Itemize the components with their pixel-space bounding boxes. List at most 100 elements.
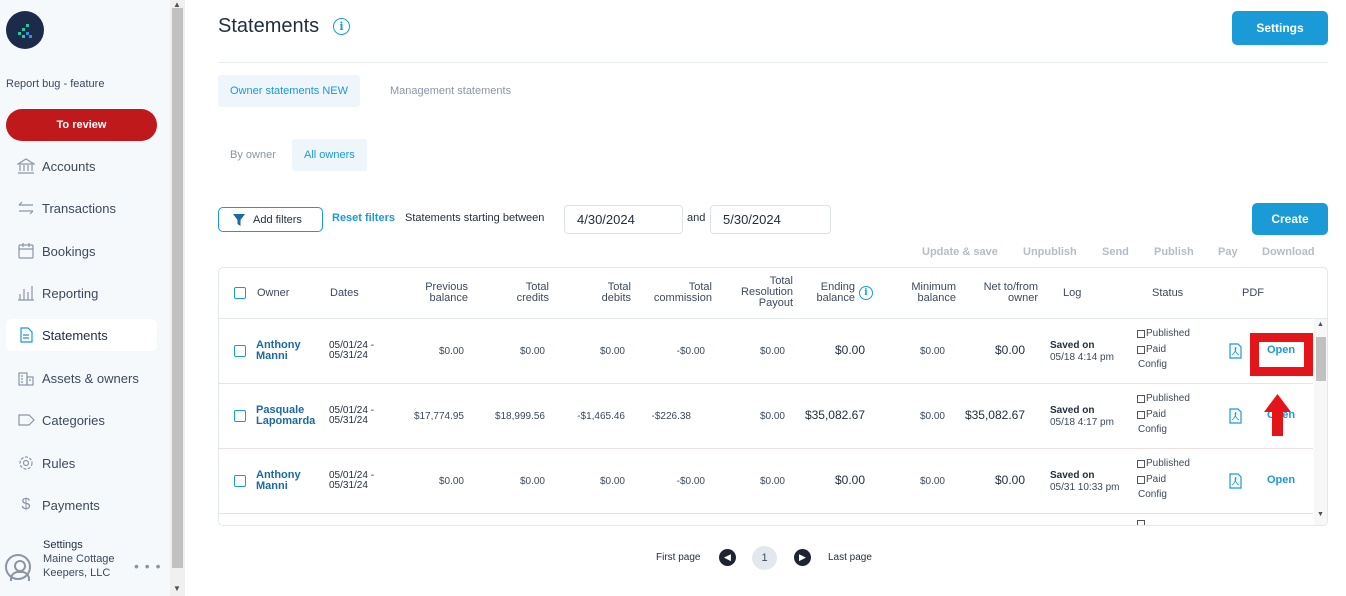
paid-checkbox[interactable] — [1137, 410, 1145, 419]
sidebar-item-assets-owners[interactable]: Assets & owners — [6, 362, 157, 394]
scroll-down-arrow-icon[interactable]: ▼ — [173, 584, 181, 593]
sidebar-item-accounts[interactable]: Accounts — [6, 150, 157, 182]
owner-link[interactable]: Anthony Manni — [256, 340, 301, 362]
status-published[interactable]: Published — [1137, 328, 1190, 339]
row-checkbox[interactable] — [234, 345, 246, 357]
table-row[interactable]: Anthony Manni 05/01/24 -05/31/24 $0.00 $0… — [219, 319, 1313, 384]
row-ending-balance: $35,082.67 — [804, 408, 865, 422]
avatar-icon — [5, 554, 31, 581]
scroll-down-arrow-icon[interactable]: ▼ — [1317, 511, 1324, 518]
header-total-credits[interactable]: Total credits — [489, 282, 549, 304]
publish-action[interactable]: Publish — [1154, 246, 1194, 258]
pdf-icon[interactable] — [1229, 473, 1242, 489]
sidebar-item-reporting[interactable]: Reporting — [6, 277, 157, 309]
sidebar-item-bookings[interactable]: Bookings — [6, 235, 157, 267]
download-action[interactable]: Download — [1262, 246, 1315, 258]
status-config[interactable]: Config — [1138, 489, 1167, 500]
published-checkbox[interactable] — [1137, 459, 1145, 468]
report-bug-link[interactable]: Report bug - feature — [6, 78, 104, 90]
send-action[interactable]: Send — [1102, 246, 1129, 258]
open-link[interactable]: Open — [1267, 344, 1295, 356]
sidebar-item-statements[interactable]: Statements — [6, 319, 157, 351]
status-published[interactable]: Published — [1137, 458, 1190, 469]
table-scrollbar[interactable]: ▲ ▼ — [1314, 319, 1327, 525]
published-checkbox[interactable] — [1137, 394, 1145, 403]
table-row[interactable]: Pasquale Lapomarda 05/01/24 -05/31/24 $17… — [219, 384, 1313, 449]
owner-link[interactable]: Anthony Manni — [256, 470, 301, 492]
status-paid[interactable]: Paid — [1137, 344, 1166, 355]
header-total-commission[interactable]: Total commission — [639, 282, 712, 304]
sidebar-item-transactions[interactable]: Transactions — [6, 192, 157, 224]
table-row[interactable] — [219, 514, 1313, 525]
header-net-to-from-owner[interactable]: Net to/from owner — [964, 282, 1038, 304]
status-config[interactable]: Config — [1138, 359, 1167, 370]
table-scrollbar-thumb[interactable] — [1316, 337, 1326, 381]
tab-management-statements[interactable]: Management statements — [378, 75, 523, 107]
subtab-by-owner[interactable]: By owner — [218, 139, 288, 171]
sidebar-scrollbar[interactable]: ▲ ▼ — [170, 0, 185, 596]
header-dates[interactable]: Dates — [330, 288, 359, 299]
info-icon[interactable]: i — [333, 18, 350, 35]
header-total-debits[interactable]: Total debits — [571, 282, 631, 304]
owner-link[interactable]: Pasquale Lapomarda — [256, 405, 315, 427]
sidebar-item-payments[interactable]: $ Payments — [6, 489, 157, 521]
prev-page-arrow-icon[interactable]: ◀ — [719, 549, 736, 566]
scroll-up-arrow-icon[interactable]: ▲ — [1317, 321, 1324, 328]
user-settings-label[interactable]: Settings — [43, 539, 83, 551]
header-previous-balance[interactable]: Previous balance — [407, 282, 468, 304]
header-ending-balance[interactable]: Ending balance — [799, 282, 855, 304]
current-page-number[interactable]: 1 — [752, 546, 777, 570]
row-minimum-balance: $0.00 — [919, 346, 945, 357]
status-published[interactable]: Published — [1137, 393, 1190, 404]
status-paid[interactable]: Paid — [1137, 409, 1166, 420]
status-config[interactable]: Config — [1138, 424, 1167, 435]
tab-owner-statements[interactable]: Owner statements NEW — [218, 75, 360, 107]
sidebar-item-label: Transactions — [42, 200, 116, 216]
open-link[interactable]: Open — [1267, 474, 1295, 486]
update-save-action[interactable]: Update & save — [922, 246, 998, 258]
header-status[interactable]: Status — [1152, 288, 1183, 299]
paid-checkbox[interactable] — [1137, 345, 1145, 354]
settings-button[interactable]: Settings — [1232, 11, 1328, 45]
pdf-icon[interactable] — [1229, 343, 1242, 359]
pay-action[interactable]: Pay — [1218, 246, 1238, 258]
next-page-arrow-icon[interactable]: ▶ — [794, 549, 811, 566]
ending-balance-info-icon[interactable]: i — [859, 286, 873, 300]
row-checkbox[interactable] — [234, 475, 246, 487]
row-checkbox[interactable] — [234, 410, 246, 422]
reset-filters-link[interactable]: Reset filters — [332, 212, 395, 224]
header-minimum-balance[interactable]: Minimum balance — [889, 282, 956, 304]
paid-checkbox[interactable] — [1137, 475, 1145, 484]
end-date-input[interactable] — [710, 205, 831, 234]
header-total-resolution-payout[interactable]: Total Resolution Payout — [719, 276, 793, 309]
sidebar-item-label: Assets & owners — [42, 370, 139, 386]
status-paid[interactable]: Paid — [1137, 474, 1166, 485]
select-all-checkbox[interactable] — [234, 287, 246, 299]
unpublish-action[interactable]: Unpublish — [1023, 246, 1077, 258]
more-options-icon[interactable]: • • • — [134, 558, 161, 574]
status-published-partial[interactable] — [1137, 520, 1146, 525]
row-net-to-from-owner: $35,082.67 — [964, 408, 1025, 422]
user-menu[interactable]: Settings Maine Cottage Keepers, LLC • • … — [4, 538, 164, 594]
sidebar-item-categories[interactable]: Categories — [6, 404, 157, 436]
pdf-icon[interactable] — [1229, 408, 1242, 424]
published-checkbox[interactable] — [1137, 329, 1145, 338]
create-button[interactable]: Create — [1252, 203, 1328, 235]
header-log[interactable]: Log — [1063, 288, 1081, 299]
to-review-button[interactable]: To review — [6, 109, 157, 141]
last-page-link[interactable]: Last page — [828, 552, 872, 563]
table-row[interactable]: Anthony Manni 05/01/24 -05/31/24 $0.00 $0… — [219, 449, 1313, 514]
sidebar-item-label: Accounts — [42, 158, 96, 174]
published-checkbox[interactable] — [1137, 520, 1145, 525]
row-dates: 05/01/24 -05/31/24 — [329, 470, 375, 491]
sidebar-item-rules[interactable]: Rules — [6, 447, 157, 479]
add-filters-button[interactable]: Add filters — [218, 207, 323, 232]
scrollbar-thumb[interactable] — [172, 8, 183, 568]
header-owner[interactable]: Owner — [257, 288, 289, 299]
row-ending-balance: $0.00 — [834, 343, 865, 357]
header-pdf[interactable]: PDF — [1242, 288, 1264, 299]
app-logo[interactable] — [6, 11, 44, 49]
subtab-all-owners[interactable]: All owners — [292, 139, 367, 171]
start-date-input[interactable] — [564, 205, 683, 234]
first-page-link[interactable]: First page — [656, 552, 700, 563]
